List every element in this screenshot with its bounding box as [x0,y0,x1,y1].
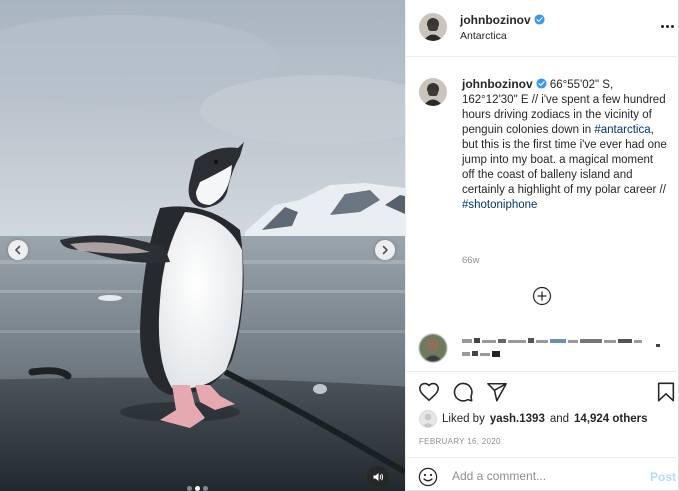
likes-count-link[interactable]: 14,924 others [574,413,648,425]
heart-icon [419,382,439,402]
caption-text: johnbozinov 66°55'02" S, 162°12'30" E //… [462,77,667,213]
carousel-dot-active [195,486,200,491]
likes-summary: Liked by yash.1393 and 14,924 others [419,409,648,429]
add-comment-bar: Post [406,457,679,491]
liker-username[interactable]: yash.1393 [490,413,545,425]
bookmark-icon [657,382,675,402]
likes-prefix: Liked by [442,413,485,425]
post-details-panel: johnbozinov Antarctica johnbozinov 66°55… [405,0,679,491]
carousel-dot [187,486,192,491]
post-actions-bar [406,373,679,409]
caption-timestamp[interactable]: 66w [462,255,479,266]
previous-slide-button[interactable] [8,240,28,260]
verified-badge-icon [536,78,547,89]
penguin-photo [0,0,405,491]
post-comment-button[interactable]: Post [650,470,676,484]
chevron-left-icon [15,245,21,255]
verified-badge-icon [534,14,545,25]
more-options-icon[interactable] [659,18,675,34]
sound-toggle-button[interactable] [367,466,389,488]
comments-section: johnbozinov 66°55'02" S, 162°12'30" E //… [406,58,679,372]
instagram-post: johnbozinov Antarctica johnbozinov 66°55… [0,0,679,491]
like-button[interactable] [418,381,440,403]
share-icon [487,382,507,402]
header-username[interactable]: johnbozinov [460,13,545,27]
carousel-dot [203,486,208,491]
comment-item-blurred [419,332,669,366]
share-button[interactable] [486,381,508,403]
comment-input[interactable] [452,465,632,487]
likes-and: and [549,413,570,425]
load-more-comments-icon[interactable] [532,286,552,306]
carousel-indicator [187,486,208,491]
comment-button[interactable] [452,381,474,403]
comment-icon [453,382,473,402]
post-date[interactable]: FEBRUARY 16, 2020 [419,437,501,446]
pixelated-comment-text [462,338,660,357]
caption-username[interactable]: johnbozinov [462,77,533,91]
liker-avatar[interactable] [419,410,437,428]
hashtag-link[interactable]: #shotoniphone [462,199,537,211]
comment-avatar[interactable] [419,334,447,362]
post-header: johnbozinov Antarctica [406,0,679,57]
hashtag-link[interactable]: #antarctica [594,124,650,136]
caption-avatar[interactable] [419,78,447,106]
speaker-icon [373,473,384,481]
post-media[interactable] [0,0,405,491]
chevron-right-icon [382,245,388,255]
avatar[interactable] [419,13,447,41]
save-button[interactable] [655,381,677,403]
emoji-icon[interactable] [418,467,438,487]
location-link[interactable]: Antarctica [460,30,507,42]
next-slide-button[interactable] [375,240,395,260]
